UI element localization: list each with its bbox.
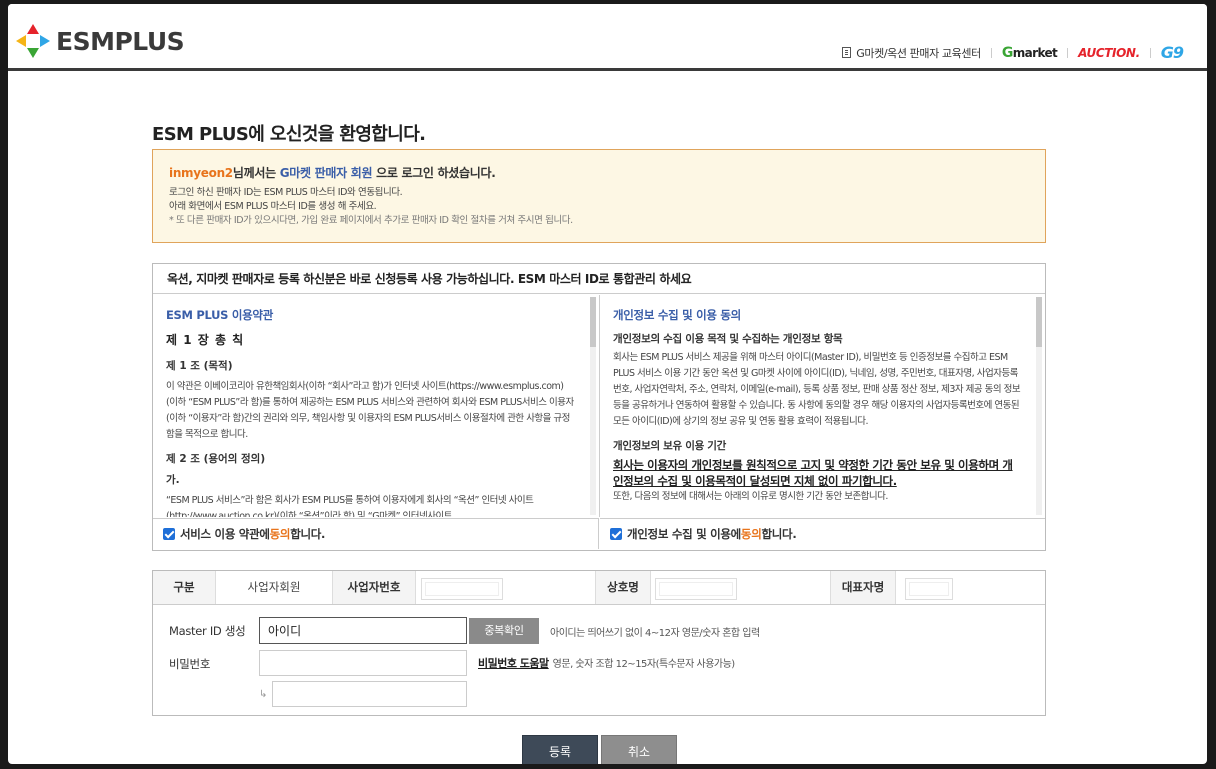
service-terms-scrollbox[interactable]: ESM PLUS 이용약관 제 1 장 총 칙 제 1 조 (목적) 이 약관은… <box>153 295 600 517</box>
type-value: 사업자회원 <box>247 580 301 594</box>
auction-link[interactable]: AUCTION. <box>1078 46 1140 60</box>
agree-word: 동의 <box>269 527 291 541</box>
notice-line: 아래 화면에서 ESM PLUS 마스터 ID를 생성 해 주세요. <box>169 201 377 212</box>
ceo-label: 대표자명 <box>830 571 896 604</box>
scrollbar-thumb[interactable] <box>590 297 596 347</box>
bizno-label: 사업자번호 <box>332 571 416 604</box>
g9-link[interactable]: G9 <box>1161 43 1184 62</box>
duplicate-check-button[interactable]: 중복확인 <box>469 618 539 644</box>
register-button[interactable]: 등록 <box>522 735 598 764</box>
edu-center-label: G마켓/옥션 판매자 교육센터 <box>856 46 981 60</box>
article-text: “ESM PLUS 서비스”라 함은 회사가 ESM PLUS를 통하여 이용자… <box>166 495 534 517</box>
member-type: G마켓 판매자 회원 <box>279 166 373 180</box>
notice-body: 로그인 하신 판매자 ID는 ESM PLUS 마스터 ID와 연동됩니다. 아… <box>169 186 573 228</box>
agree-label: 서비스 이용 약관에 <box>180 527 270 541</box>
browser-frame: ESMPLUS G마켓/옥션 판매자 교육센터 Gmarket AUCTION.… <box>8 4 1207 764</box>
agree-label: 개인정보 수집 및 이용에 <box>627 527 741 541</box>
privacy-text: 또한, 다음의 정보에 대해서는 아래의 이유로 명시한 기간 동안 보존합니다… <box>613 491 888 502</box>
service-agree-checkbox[interactable] <box>163 528 175 540</box>
agree-word: 동의 <box>740 527 762 541</box>
privacy-strong-text: 회사는 이용자의 개인정보를 원칙적으로 고지 및 약정한 기간 동안 보유 및… <box>613 458 1013 488</box>
nav-divider <box>1149 47 1151 58</box>
cancel-button[interactable]: 취소 <box>601 735 677 764</box>
agree-suffix: 합니다. <box>761 527 797 541</box>
login-notice-box: inmyeon2님께서는 G마켓 판매자 회원 으로 로그인 하셨습니다. 로그… <box>152 149 1046 243</box>
password-confirm-input[interactable] <box>272 681 467 707</box>
notice-heading-text: 님께서는 <box>232 166 280 180</box>
article-title: 제 2 조 (용어의 정의) <box>166 453 266 465</box>
master-id-input[interactable] <box>259 617 467 644</box>
notice-heading-tail: 으로 로그인 하셨습니다. <box>372 166 496 180</box>
page-title: ESM PLUS에 오신것을 환영합니다. <box>152 124 426 145</box>
arrow-icon: ↳ <box>259 689 268 700</box>
company-label: 상호명 <box>595 571 651 604</box>
id-hint: 아이디는 띄어쓰기 없이 4~12자 영문/숫자 혼합 입력 <box>550 628 760 639</box>
logo-text: ESMPLUS <box>56 26 185 56</box>
password-hint: 영문, 숫자 조합 12~15자(특수문자 사용가능) <box>552 659 736 670</box>
service-terms-agree[interactable]: 서비스 이용 약관에 동의 합니다. <box>153 518 599 549</box>
seller-info-row: 구분 사업자회원 사업자번호 상호명 대표자명 <box>153 571 1045 605</box>
esmplus-logo-icon <box>16 24 50 58</box>
esmplus-logo[interactable]: ESMPLUS <box>14 22 185 60</box>
service-terms-title: ESM PLUS 이용약관 <box>166 308 273 322</box>
master-id-form: 구분 사업자회원 사업자번호 상호명 대표자명 Master ID 생성 중복확… <box>152 570 1046 716</box>
bizno-value-masked <box>421 578 503 600</box>
password-help-link[interactable]: 비밀번호 도움말 <box>478 657 549 670</box>
article-subitem: 가. <box>166 474 180 486</box>
header-divider-bar <box>8 68 1207 71</box>
privacy-terms-agree[interactable]: 개인정보 수집 및 이용에 동의 합니다. <box>600 518 1045 549</box>
gmarket-logo-text: market <box>1012 45 1058 60</box>
company-value-masked <box>655 578 737 600</box>
type-label: 구분 <box>153 571 216 604</box>
ceo-value-masked <box>905 578 953 600</box>
privacy-agree-checkbox[interactable] <box>610 528 622 540</box>
nav-divider <box>1067 47 1069 58</box>
edu-center-link[interactable]: G마켓/옥션 판매자 교육센터 <box>842 45 981 61</box>
password-hint-row: 비밀번호 도움말 영문, 숫자 조합 12~15자(특수문자 사용가능) <box>478 655 735 671</box>
privacy-terms-scrollbox[interactable]: 개인정보 수집 및 이용 동의 개인정보의 수집 이용 목적 및 수집하는 개인… <box>600 295 1045 517</box>
action-buttons: 등록 취소 <box>522 735 677 764</box>
article-title: 제 1 조 (목적) <box>166 360 233 372</box>
notice-heading: inmyeon2님께서는 G마켓 판매자 회원 으로 로그인 하셨습니다. <box>169 164 496 181</box>
privacy-text: 회사는 ESM PLUS 서비스 제공을 위해 마스터 아이디(Master I… <box>613 352 1021 427</box>
site-header: ESMPLUS G마켓/옥션 판매자 교육센터 Gmarket AUCTION.… <box>8 4 1207 68</box>
article-text: 이 약관은 이베이코리아 유한책임회사(이하 “회사”라고 함)가 인터넷 사이… <box>166 381 574 440</box>
scrollbar-thumb[interactable] <box>1036 297 1042 347</box>
master-id-label: Master ID 생성 <box>169 624 246 638</box>
privacy-subtitle: 개인정보의 수집 이용 목적 및 수집하는 개인정보 항목 <box>613 333 843 345</box>
agree-suffix: 합니다. <box>290 527 326 541</box>
password-input[interactable] <box>259 650 467 676</box>
gmarket-link[interactable]: Gmarket <box>1001 44 1058 61</box>
privacy-terms-title: 개인정보 수집 및 이용 동의 <box>613 308 741 322</box>
notice-note: * 또 다른 판매자 ID가 있으시다면, 가입 완료 페이지에서 추가로 판매… <box>169 215 573 226</box>
password-label: 비밀번호 <box>169 657 211 671</box>
user-id: inmyeon2 <box>169 166 233 180</box>
privacy-subtitle: 개인정보의 보유 이용 기간 <box>613 440 727 452</box>
nav-divider <box>990 47 992 58</box>
terms-header: 옥션, 지마켓 판매자로 등록 하신분은 바로 신청등록 사용 가능하십니다. … <box>153 264 1045 294</box>
scrollbar[interactable] <box>590 297 596 515</box>
notice-line: 로그인 하신 판매자 ID는 ESM PLUS 마스터 ID와 연동됩니다. <box>169 187 403 198</box>
gmarket-logo-g: G <box>1001 44 1014 61</box>
top-navigation: G마켓/옥션 판매자 교육센터 Gmarket AUCTION. G9 <box>842 43 1184 62</box>
scrollbar[interactable] <box>1036 297 1042 515</box>
terms-panel: 옥션, 지마켓 판매자로 등록 하신분은 바로 신청등록 사용 가능하십니다. … <box>152 263 1046 551</box>
book-icon <box>842 47 852 58</box>
chapter-title: 제 1 장 총 칙 <box>166 333 245 347</box>
